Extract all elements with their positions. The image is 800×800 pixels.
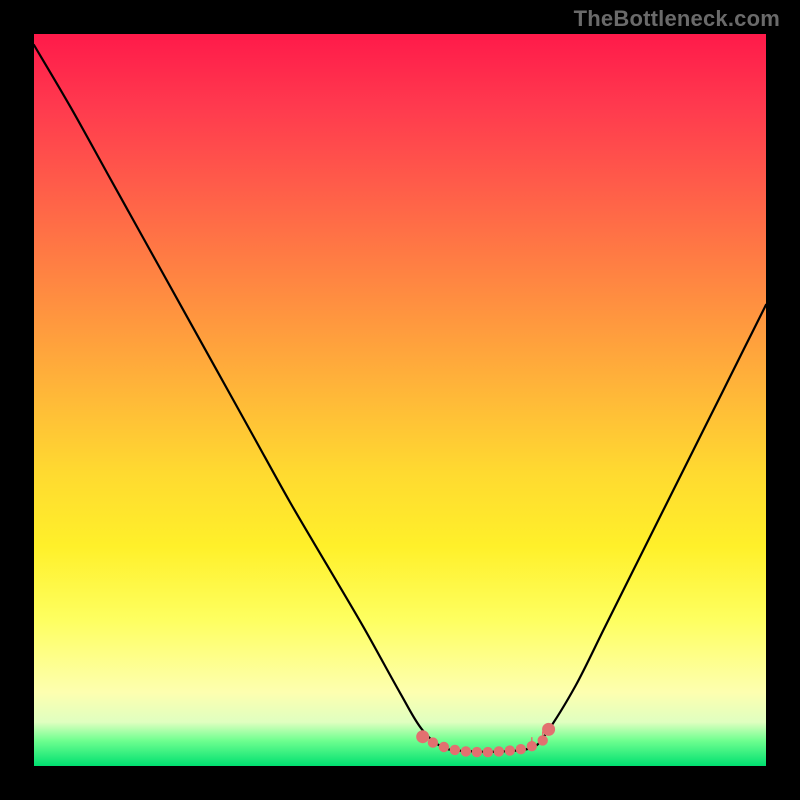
trough-marker <box>494 746 504 756</box>
trough-marker <box>450 745 460 755</box>
trough-marker <box>439 742 449 752</box>
trough-marker <box>416 730 429 743</box>
trough-marker <box>428 737 438 747</box>
trough-marker <box>516 744 526 754</box>
trough-marker <box>483 747 493 757</box>
bottleneck-curve <box>34 45 766 752</box>
trough-markers <box>416 723 555 757</box>
trough-marker <box>472 747 482 757</box>
trough-marker <box>542 723 555 736</box>
trough-marker <box>505 745 515 755</box>
trough-marker <box>461 746 471 756</box>
watermark-text: TheBottleneck.com <box>574 6 780 32</box>
plot-area <box>34 34 766 766</box>
chart-frame: TheBottleneck.com <box>0 0 800 800</box>
chart-svg <box>34 34 766 766</box>
